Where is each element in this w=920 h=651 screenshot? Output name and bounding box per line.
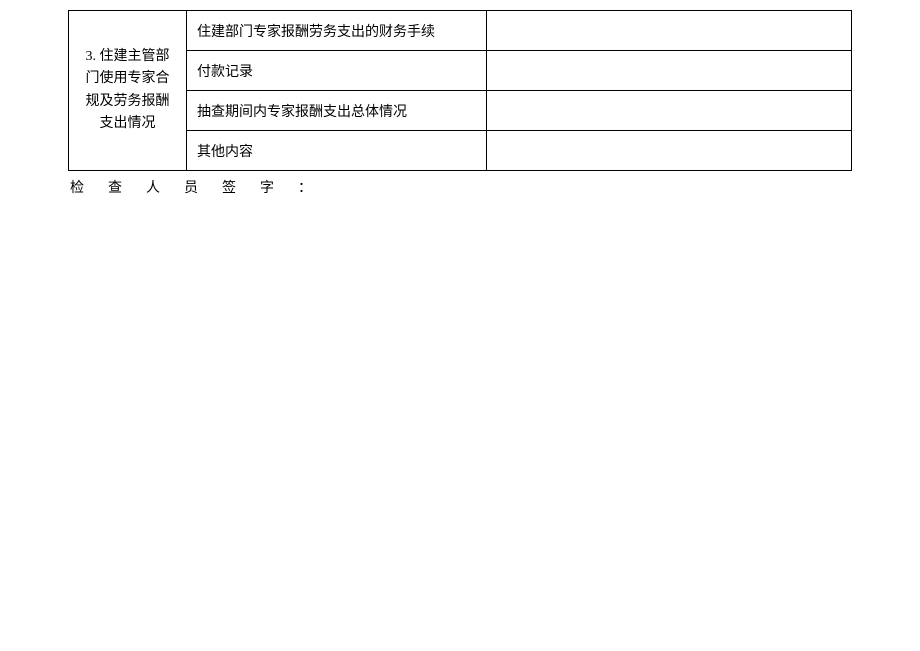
item-cell: 其他内容 <box>187 131 487 171</box>
item-cell: 住建部门专家报酬劳务支出的财务手续 <box>187 11 487 51</box>
table-row: 其他内容 <box>69 131 852 171</box>
section-label: 3. 住建主管部门使用专家合规及劳务报酬支出情况 <box>86 49 170 131</box>
signature-line: 检查人员签字： <box>68 177 852 197</box>
table-row: 3. 住建主管部门使用专家合规及劳务报酬支出情况 住建部门专家报酬劳务支出的财务… <box>69 11 852 51</box>
value-cell <box>487 91 852 131</box>
item-cell: 付款记录 <box>187 51 487 91</box>
value-cell <box>487 131 852 171</box>
signature-label: 检查人员签字： <box>70 181 336 196</box>
item-label: 住建部门专家报酬劳务支出的财务手续 <box>197 25 435 40</box>
item-label: 付款记录 <box>197 65 253 80</box>
table-row: 付款记录 <box>69 51 852 91</box>
item-label: 抽查期间内专家报酬支出总体情况 <box>197 105 407 120</box>
value-cell <box>487 51 852 91</box>
value-cell <box>487 11 852 51</box>
item-cell: 抽查期间内专家报酬支出总体情况 <box>187 91 487 131</box>
table-row: 抽查期间内专家报酬支出总体情况 <box>69 91 852 131</box>
inspection-table: 3. 住建主管部门使用专家合规及劳务报酬支出情况 住建部门专家报酬劳务支出的财务… <box>68 10 852 171</box>
section-label-cell: 3. 住建主管部门使用专家合规及劳务报酬支出情况 <box>69 11 187 171</box>
item-label: 其他内容 <box>197 145 253 160</box>
